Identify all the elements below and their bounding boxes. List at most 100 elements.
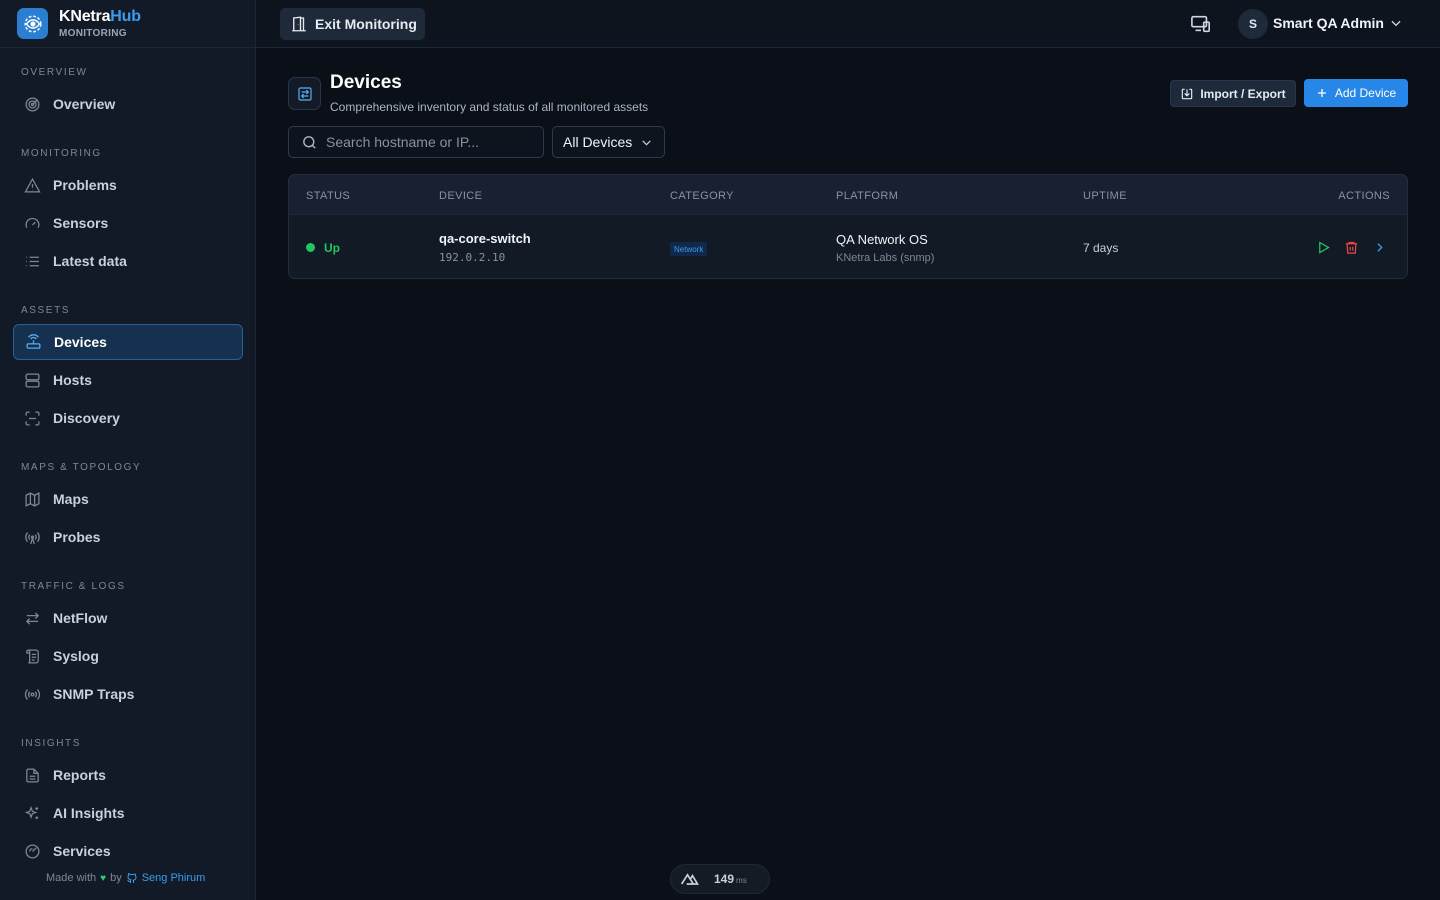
add-device-button[interactable]: Add Device xyxy=(1304,79,1408,107)
sidebar-item-latest-data[interactable]: Latest data xyxy=(13,243,243,279)
topbar: Exit Monitoring S Smart QA Admin xyxy=(256,0,1440,48)
trash-icon[interactable] xyxy=(1343,239,1359,255)
sidebar-item-hosts[interactable]: Hosts xyxy=(13,362,243,398)
router-icon xyxy=(24,333,42,351)
dev-tools-indicator[interactable]: 149 ms xyxy=(670,864,770,894)
devices-page-icon xyxy=(288,77,321,110)
map-icon xyxy=(23,490,41,508)
sidebar-item-label: Devices xyxy=(54,334,107,350)
sidebar-item-snmp-traps[interactable]: SNMP Traps xyxy=(13,676,243,712)
chevron-down-icon xyxy=(642,139,651,146)
device-name[interactable]: qa-core-switch xyxy=(439,231,531,246)
column-header-platform: PLATFORM xyxy=(836,190,899,202)
target-icon xyxy=(23,95,41,113)
sparkles-icon xyxy=(23,804,41,822)
sidebar-item-label: Sensors xyxy=(53,215,109,231)
play-icon[interactable] xyxy=(1315,239,1331,255)
sidebar-item-problems[interactable]: Problems xyxy=(13,167,243,203)
section-title-traffic-logs: TRAFFIC & LOGS xyxy=(21,581,126,592)
broadcast-icon xyxy=(23,685,41,703)
sidebar-item-label: Overview xyxy=(53,96,116,112)
section-title-assets: ASSETS xyxy=(21,305,71,316)
sidebar-item-overview[interactable]: Overview xyxy=(13,86,243,122)
heart-icon: ♥ xyxy=(100,872,107,884)
platform-name: QA Network OS xyxy=(836,232,928,247)
column-header-uptime: UPTIME xyxy=(1083,190,1127,202)
page-title: Devices xyxy=(330,72,402,93)
column-header-category: CATEGORY xyxy=(670,190,734,202)
sidebar-item-label: Problems xyxy=(53,177,117,193)
section-title-overview: OVERVIEW xyxy=(21,67,88,78)
gauge-icon xyxy=(23,214,41,232)
import-export-button[interactable]: Import / Export xyxy=(1170,80,1296,107)
sidebar-item-sensors[interactable]: Sensors xyxy=(13,205,243,241)
server-icon xyxy=(23,371,41,389)
scroll-icon xyxy=(23,647,41,665)
user-name[interactable]: Smart QA Admin xyxy=(1273,15,1384,31)
chevron-down-icon[interactable] xyxy=(1389,16,1403,30)
table-row[interactable]: Up qa-core-switch 192.0.2.10 Network QA … xyxy=(289,215,1407,278)
platform-vendor: KNetra Labs (snmp) xyxy=(836,252,935,264)
sidebar-item-label: AI Insights xyxy=(53,805,125,821)
page-subtitle: Comprehensive inventory and status of al… xyxy=(330,100,649,114)
search-input[interactable] xyxy=(326,134,526,150)
eye-logo-icon xyxy=(17,8,48,39)
sidebar-item-label: Services xyxy=(53,843,111,859)
author-link[interactable]: Seng Phirum xyxy=(126,872,205,884)
arrows-icon xyxy=(23,609,41,627)
plus-icon xyxy=(1317,89,1326,97)
search-field[interactable] xyxy=(288,126,544,158)
sidebar-item-label: SNMP Traps xyxy=(53,686,135,702)
table-header: STATUS DEVICE CATEGORY PLATFORM UPTIME A… xyxy=(289,175,1407,215)
brand-subtitle: MONITORING xyxy=(59,28,127,39)
category-filter-select[interactable]: All Devices xyxy=(552,126,665,158)
sidebar-item-label: Syslog xyxy=(53,648,99,664)
sidebar-item-probes[interactable]: Probes xyxy=(13,519,243,555)
sidebar-item-label: Probes xyxy=(53,529,101,545)
sidebar-item-devices[interactable]: Devices xyxy=(13,324,243,360)
brand[interactable]: KNetraHub MONITORING xyxy=(0,0,255,48)
section-title-monitoring: MONITORING xyxy=(21,148,102,159)
sidebar-item-reports[interactable]: Reports xyxy=(13,757,243,793)
search-icon xyxy=(303,135,316,149)
status-dot xyxy=(306,243,315,252)
status-text: Up xyxy=(324,241,340,255)
column-header-actions: ACTIONS xyxy=(1338,190,1390,202)
github-icon xyxy=(126,873,137,883)
radio-tower-icon xyxy=(23,528,41,546)
made-with-credit: Made with ♥ by Seng Phirum xyxy=(46,872,206,884)
avatar[interactable]: S xyxy=(1238,9,1268,39)
door-icon xyxy=(292,16,306,32)
sidebar-item-label: Latest data xyxy=(53,253,127,269)
sidebar-item-services[interactable]: Services xyxy=(13,833,243,869)
sidebar-item-ai-insights[interactable]: AI Insights xyxy=(13,795,243,831)
sidebar-item-syslog[interactable]: Syslog xyxy=(13,638,243,674)
sidebar-item-discovery[interactable]: Discovery xyxy=(13,400,243,436)
warning-icon xyxy=(23,176,41,194)
exit-monitoring-button[interactable]: Exit Monitoring xyxy=(280,8,425,40)
devices-table: STATUS DEVICE CATEGORY PLATFORM UPTIME A… xyxy=(288,174,1408,279)
sidebar: KNetraHub MONITORING OVERVIEW Overview M… xyxy=(0,0,256,900)
column-header-status: STATUS xyxy=(306,190,351,202)
section-title-insights: INSIGHTS xyxy=(21,738,82,749)
column-header-device: DEVICE xyxy=(439,190,483,202)
sidebar-item-netflow[interactable]: NetFlow xyxy=(13,600,243,636)
chevron-right-icon[interactable] xyxy=(1371,239,1387,255)
import-icon xyxy=(1182,88,1193,99)
sidebar-item-label: Hosts xyxy=(53,372,92,388)
nuxt-logo-icon xyxy=(680,873,699,885)
sidebar-item-label: Discovery xyxy=(53,410,120,426)
check-gauge-icon xyxy=(23,842,41,860)
scan-icon xyxy=(23,409,41,427)
sidebar-item-maps[interactable]: Maps xyxy=(13,481,243,517)
render-time: 149 ms xyxy=(714,872,747,886)
list-icon xyxy=(23,252,41,270)
uptime-value: 7 days xyxy=(1083,241,1119,255)
section-title-maps-topology: MAPS & TOPOLOGY xyxy=(21,462,142,473)
sidebar-item-label: Reports xyxy=(53,767,106,783)
sidebar-item-label: Maps xyxy=(53,491,89,507)
device-switch-icon[interactable] xyxy=(1190,14,1212,34)
device-ip: 192.0.2.10 xyxy=(439,251,506,264)
document-icon xyxy=(23,766,41,784)
brand-name: KNetraHub xyxy=(59,8,141,25)
